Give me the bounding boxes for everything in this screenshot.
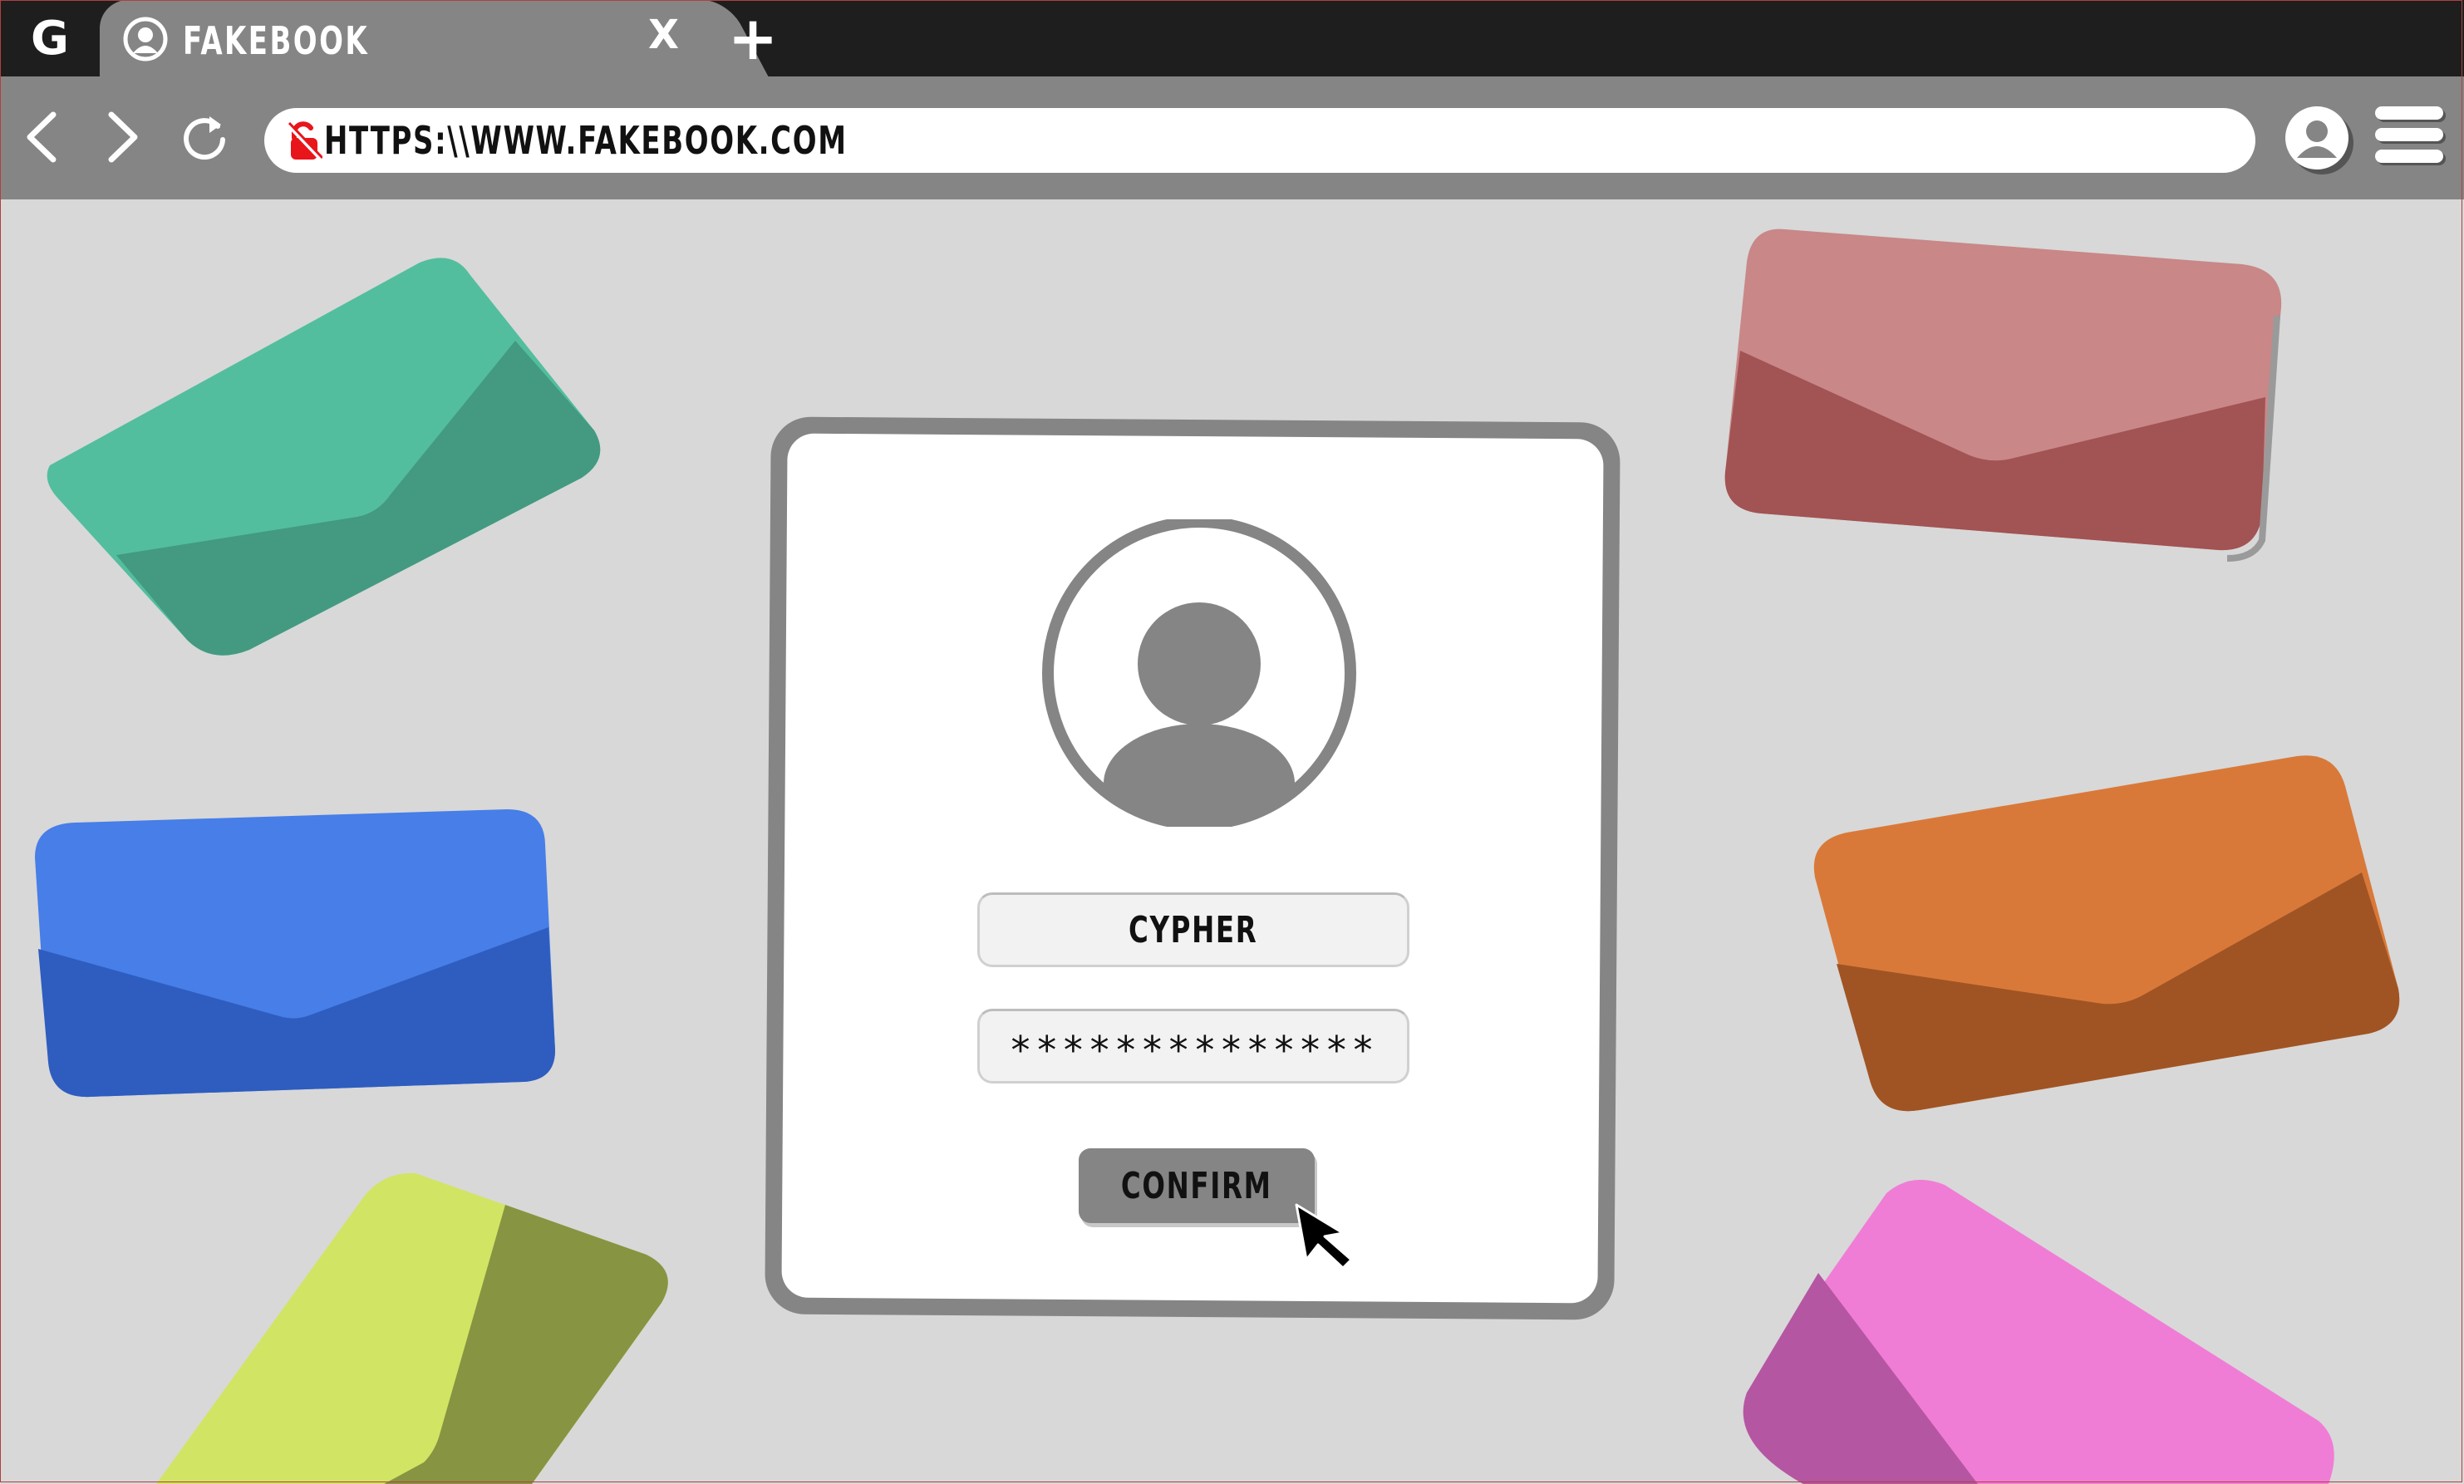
user-avatar-icon — [1042, 519, 1356, 827]
confirm-button[interactable]: CONFIRM — [1079, 1148, 1315, 1223]
envelope-icon — [156, 1172, 668, 1484]
profile-icon — [2297, 120, 2337, 158]
envelope-icon — [35, 809, 555, 1098]
forward-button[interactable] — [93, 108, 151, 166]
mouse-pointer-icon — [1295, 1203, 1353, 1268]
confirm-label: CONFIRM — [1121, 1164, 1272, 1207]
envelope-icon — [47, 258, 601, 656]
password-value: ************** — [1009, 1028, 1378, 1073]
new-tab-button[interactable]: + — [723, 8, 783, 68]
address-bar[interactable]: HTTPS:\\WWW.FAKEBOOK.COM — [264, 108, 2255, 173]
url-text: HTTPS:\\WWW.FAKEBOOK.COM — [324, 118, 848, 163]
browser-toolbar: HTTPS:\\WWW.FAKEBOOK.COM — [0, 76, 2464, 199]
profile-button[interactable] — [2285, 106, 2348, 170]
tab-fakebook[interactable]: FAKEBOOK X — [100, 0, 715, 76]
user-circle-icon — [123, 17, 168, 61]
password-field[interactable]: ************** — [977, 1009, 1409, 1084]
reload-button[interactable] — [175, 108, 233, 166]
browser-logo: G — [31, 11, 69, 66]
username-field[interactable]: CYPHER — [977, 892, 1409, 967]
close-tab-button[interactable]: X — [648, 12, 679, 58]
tab-bar: G FAKEBOOK X + — [0, 0, 2464, 76]
broken-lock-icon — [286, 121, 322, 161]
envelope-icon — [1813, 755, 2400, 1112]
envelope-icon — [1724, 228, 2282, 562]
username-value: CYPHER — [1129, 908, 1258, 951]
envelope-icon — [1743, 1179, 2334, 1484]
tab-title: FAKEBOOK — [183, 18, 370, 63]
hamburger-menu-icon[interactable] — [2375, 106, 2443, 170]
back-button[interactable] — [13, 108, 71, 166]
